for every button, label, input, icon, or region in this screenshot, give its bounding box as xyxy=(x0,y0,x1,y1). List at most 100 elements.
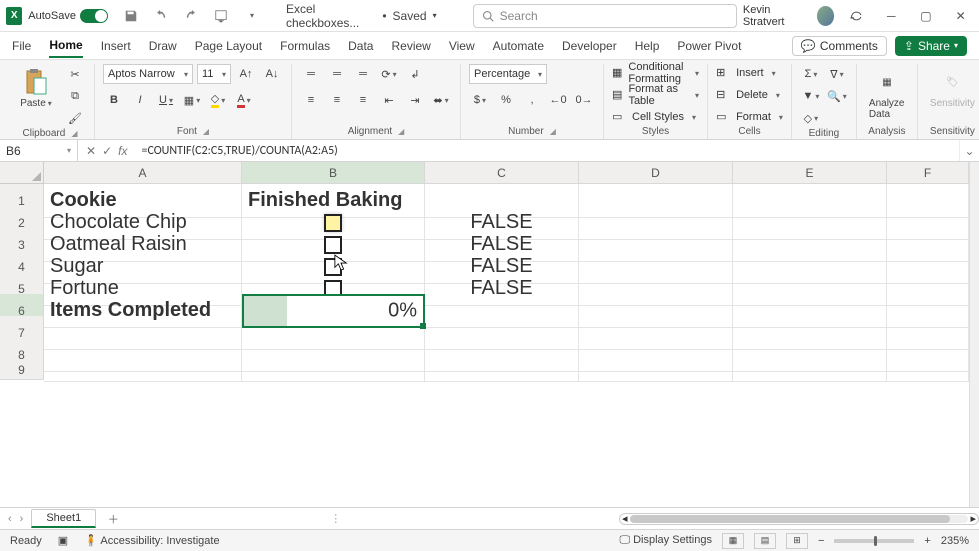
search-box[interactable]: Search xyxy=(473,4,737,28)
indent-increase-icon[interactable]: ⇥ xyxy=(404,90,426,110)
col-F[interactable]: F xyxy=(887,162,969,184)
decrease-decimal-icon[interactable]: 0→ xyxy=(573,90,595,110)
macro-record-icon[interactable]: ▣ xyxy=(58,534,68,547)
cell-B6[interactable]: 0% xyxy=(242,294,425,328)
cancel-formula-icon[interactable]: ✕ xyxy=(86,144,96,158)
cell-B9[interactable] xyxy=(242,360,425,382)
formula-input[interactable]: =COUNTIF(C2:C5,TRUE)/COUNTA(A2:A5) xyxy=(135,144,959,158)
delete-button[interactable]: ⊟Delete xyxy=(716,86,780,104)
col-E[interactable]: E xyxy=(733,162,887,184)
zoom-slider[interactable] xyxy=(834,539,914,543)
display-settings[interactable]: 🖵 Display Settings xyxy=(619,534,712,547)
confirm-formula-icon[interactable]: ✓ xyxy=(102,144,112,158)
autosave-toggle[interactable]: AutoSave xyxy=(28,9,108,23)
alignment-launcher-icon[interactable]: ◢ xyxy=(398,127,404,136)
tab-developer[interactable]: Developer xyxy=(562,35,617,57)
insert-button[interactable]: ⊞Insert xyxy=(716,64,776,82)
tab-formulas[interactable]: Formulas xyxy=(280,35,330,57)
horizontal-scrollbar[interactable]: ◂▸ xyxy=(619,513,979,525)
vertical-scrollbar[interactable] xyxy=(969,162,979,507)
undo-icon[interactable] xyxy=(150,6,172,26)
close-icon[interactable]: ✕ xyxy=(948,2,973,30)
autosum-icon[interactable]: Σ xyxy=(800,64,822,84)
sheet-nav-prev-icon[interactable]: ‹ xyxy=(8,513,12,525)
align-center-icon[interactable]: ≡ xyxy=(326,90,348,110)
sheet-nav-next-icon[interactable]: › xyxy=(20,513,24,525)
bold-button[interactable]: B xyxy=(103,90,125,110)
increase-decimal-icon[interactable]: ←0 xyxy=(547,90,569,110)
merge-icon[interactable]: ⬌ xyxy=(430,90,452,110)
share-button[interactable]: ⇪Share▾ xyxy=(895,36,967,56)
col-B[interactable]: B xyxy=(242,162,425,184)
cell-D9[interactable] xyxy=(579,360,733,382)
font-color-icon[interactable]: A xyxy=(233,90,255,110)
analyze-data-button[interactable]: ▦Analyze Data xyxy=(865,64,909,124)
split-handle-icon[interactable]: ⋮ xyxy=(330,512,341,525)
worksheet[interactable]: A B C D E F 1 Cookie Finished Baking 2 C… xyxy=(0,162,979,507)
font-size-select[interactable]: 11 xyxy=(197,64,231,84)
maximize-icon[interactable]: ▢ xyxy=(914,2,939,30)
grow-font-icon[interactable]: A↑ xyxy=(235,64,257,84)
font-name-select[interactable]: Aptos Narrow xyxy=(103,64,193,84)
save-icon[interactable] xyxy=(120,6,142,26)
col-D[interactable]: D xyxy=(579,162,733,184)
number-format-select[interactable]: Percentage xyxy=(469,64,547,84)
paste-button[interactable]: Paste xyxy=(14,64,58,113)
currency-icon[interactable]: $ xyxy=(469,90,491,110)
align-left-icon[interactable]: ≡ xyxy=(300,90,322,110)
tab-insert[interactable]: Insert xyxy=(101,35,131,57)
find-select-icon[interactable]: 🔍 xyxy=(826,86,848,106)
cell-C9[interactable] xyxy=(425,360,579,382)
cut-icon[interactable]: ✂ xyxy=(64,64,86,84)
expand-formula-icon[interactable]: ⌄ xyxy=(959,140,979,161)
conditional-formatting-button[interactable]: ▦Conditional Formatting xyxy=(612,64,699,82)
fill-handle[interactable] xyxy=(420,323,426,329)
accessibility-status[interactable]: 🧍 Accessibility: Investigate xyxy=(84,534,219,547)
coming-soon-icon[interactable] xyxy=(844,2,869,30)
fill-icon[interactable]: ▼ xyxy=(800,86,822,106)
minimize-icon[interactable]: ─ xyxy=(879,2,904,30)
align-middle-icon[interactable]: ═ xyxy=(326,64,348,84)
tab-home[interactable]: Home xyxy=(49,34,82,58)
shrink-font-icon[interactable]: A↓ xyxy=(261,64,283,84)
page-break-view-icon[interactable]: ⊞ xyxy=(786,533,808,549)
percent-icon[interactable]: % xyxy=(495,90,517,110)
indent-decrease-icon[interactable]: ⇤ xyxy=(378,90,400,110)
format-painter-icon[interactable]: 🖌 xyxy=(64,108,86,128)
tab-draw[interactable]: Draw xyxy=(149,35,177,57)
col-A[interactable]: A xyxy=(44,162,242,184)
wrap-text-icon[interactable]: ↲ xyxy=(404,64,426,84)
align-bottom-icon[interactable]: ═ xyxy=(352,64,374,84)
cell-styles-button[interactable]: ▭Cell Styles xyxy=(612,108,696,126)
orientation-icon[interactable]: ⟳ xyxy=(378,64,400,84)
normal-view-icon[interactable]: ▦ xyxy=(722,533,744,549)
select-all-corner[interactable] xyxy=(0,162,44,184)
sheet-tab[interactable]: Sheet1 xyxy=(31,509,96,528)
page-layout-view-icon[interactable]: ▤ xyxy=(754,533,776,549)
copy-icon[interactable]: ⧉ xyxy=(64,86,86,106)
border-icon[interactable]: ▦ xyxy=(181,90,203,110)
tab-page-layout[interactable]: Page Layout xyxy=(195,35,262,57)
col-C[interactable]: C xyxy=(425,162,579,184)
comma-icon[interactable]: , xyxy=(521,90,543,110)
font-launcher-icon[interactable]: ◢ xyxy=(203,127,209,136)
fx-icon[interactable]: fx xyxy=(118,144,127,158)
fill-color-icon[interactable]: ◇ xyxy=(207,90,229,110)
tab-view[interactable]: View xyxy=(449,35,475,57)
qat-more-icon[interactable] xyxy=(210,6,232,26)
format-button[interactable]: ▭Format xyxy=(716,108,783,126)
redo-icon[interactable] xyxy=(180,6,202,26)
cell-A9[interactable] xyxy=(44,360,242,382)
tab-review[interactable]: Review xyxy=(391,35,430,57)
align-top-icon[interactable]: ═ xyxy=(300,64,322,84)
comments-button[interactable]: 💬Comments xyxy=(792,36,887,56)
number-launcher-icon[interactable]: ◢ xyxy=(550,127,556,136)
add-sheet-icon[interactable]: ＋ xyxy=(104,510,122,528)
name-box[interactable]: B6▾ xyxy=(0,140,78,161)
tab-power-pivot[interactable]: Power Pivot xyxy=(677,35,741,57)
italic-button[interactable]: I xyxy=(129,90,151,110)
zoom-level[interactable]: 235% xyxy=(941,535,969,547)
clear-icon[interactable]: ◇ xyxy=(800,108,822,128)
format-as-table-button[interactable]: ▤Format as Table xyxy=(612,86,699,104)
toggle-on-icon[interactable] xyxy=(80,9,108,23)
